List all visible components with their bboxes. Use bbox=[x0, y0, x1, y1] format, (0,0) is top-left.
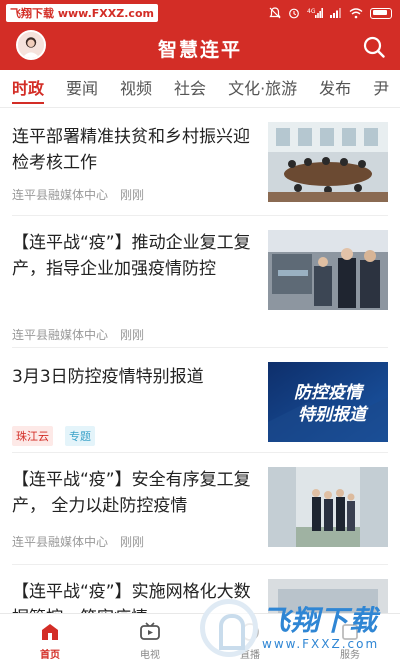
tag-topic: 专题 bbox=[65, 426, 95, 446]
thumb-text-line2: 特别报道 bbox=[298, 405, 369, 425]
tab-society[interactable]: 社会 bbox=[174, 70, 206, 107]
news-thumbnail bbox=[268, 467, 388, 547]
tab-video[interactable]: 视频 bbox=[120, 70, 152, 107]
watermark-overlay: 飞翔下载 www.FXXZ.com bbox=[200, 588, 400, 667]
signal-4g-icon: 4G bbox=[307, 8, 323, 18]
alarm-icon bbox=[289, 8, 299, 19]
tab-release[interactable]: 发布 bbox=[319, 70, 351, 107]
dnd-icon bbox=[269, 7, 281, 19]
news-title: 【连平战“疫”】安全有序复工复产， 全力以赴防控疫情 bbox=[12, 470, 251, 516]
news-meta: 连平县融媒体中心 刚刚 bbox=[12, 326, 144, 343]
news-time: 刚刚 bbox=[120, 328, 145, 342]
watermark-label: 飞翔下载 www.FXXZ.com bbox=[6, 4, 158, 22]
watermark-text: 飞翔下载 www.FXXZ.com bbox=[262, 603, 380, 651]
nav-label-tv: 电视 bbox=[140, 649, 160, 661]
tab-more[interactable]: 尹 bbox=[373, 70, 389, 107]
category-tabs: 时政 要闻 视频 社会 文化·旅游 发布 尹 bbox=[0, 70, 400, 108]
news-time: 刚刚 bbox=[120, 535, 145, 549]
news-feed: 连平部署精准扶贫和乡村振兴迎检考核工作 连平县融媒体中心 刚刚 【连平战“疫”】… bbox=[0, 108, 400, 613]
status-bar: 飞翔下载 www.FXXZ.com 4G bbox=[0, 0, 400, 26]
user-avatar-icon bbox=[18, 32, 44, 58]
news-source: 连平县融媒体中心 bbox=[12, 328, 109, 342]
nav-tv[interactable]: 电视 bbox=[100, 614, 200, 667]
news-time: 刚刚 bbox=[120, 188, 145, 202]
news-item[interactable]: 连平部署精准扶贫和乡村振兴迎检考核工作 连平县融媒体中心 刚刚 bbox=[12, 108, 388, 216]
app-header: 智慧连平 bbox=[0, 26, 400, 70]
news-thumbnail: 防控疫情 特别报道 bbox=[268, 362, 388, 442]
news-meta: 连平县融媒体中心 刚刚 bbox=[12, 533, 144, 550]
news-item[interactable]: 3月3日防控疫情特别报道 珠江云 专题 防控疫情 特别报道 bbox=[12, 348, 388, 453]
watermark-logo-icon bbox=[200, 598, 258, 657]
svg-text:4G: 4G bbox=[307, 8, 316, 15]
news-item[interactable]: 【连平战“疫”】安全有序复工复产， 全力以赴防控疫情 连平县融媒体中心 刚刚 bbox=[12, 453, 388, 565]
news-item[interactable]: 【连平战“疫”】推动企业复工复产，指导企业加强疫情防控 连平县融媒体中心 刚刚 bbox=[12, 216, 388, 348]
news-title: 【连平战“疫”】推动企业复工复产，指导企业加强疫情防控 bbox=[12, 233, 251, 279]
watermark-big: 飞翔下载 bbox=[262, 603, 379, 637]
news-tags: 珠江云 专题 bbox=[12, 426, 95, 446]
search-icon[interactable] bbox=[362, 35, 386, 59]
news-meta: 连平县融媒体中心 刚刚 bbox=[12, 186, 144, 203]
avatar[interactable] bbox=[16, 30, 46, 60]
page-title: 智慧连平 bbox=[157, 38, 242, 61]
status-icons: 4G bbox=[269, 7, 392, 19]
news-thumbnail bbox=[268, 122, 388, 202]
watermark-small: www.FXXZ.com bbox=[262, 636, 380, 651]
nav-label-home: 首页 bbox=[40, 649, 60, 661]
nav-home[interactable]: 首页 bbox=[0, 614, 100, 667]
news-title: 连平部署精准扶贫和乡村振兴迎检考核工作 bbox=[12, 127, 250, 173]
battery-icon bbox=[370, 7, 392, 19]
signal-icon bbox=[330, 8, 341, 18]
tv-icon bbox=[140, 621, 160, 640]
home-icon bbox=[42, 623, 58, 640]
tab-headlines[interactable]: 要闻 bbox=[66, 70, 98, 107]
thumb-text-line1: 防控疫情 bbox=[294, 383, 365, 403]
news-title: 3月3日防控疫情特别报道 bbox=[12, 367, 204, 387]
news-source: 连平县融媒体中心 bbox=[12, 535, 109, 549]
tag-source: 珠江云 bbox=[12, 426, 53, 446]
news-thumbnail bbox=[268, 230, 388, 310]
news-source: 连平县融媒体中心 bbox=[12, 188, 109, 202]
wifi-icon bbox=[349, 8, 363, 19]
tab-politics[interactable]: 时政 bbox=[12, 70, 45, 107]
tab-culture-tourism[interactable]: 文化·旅游 bbox=[228, 70, 297, 107]
